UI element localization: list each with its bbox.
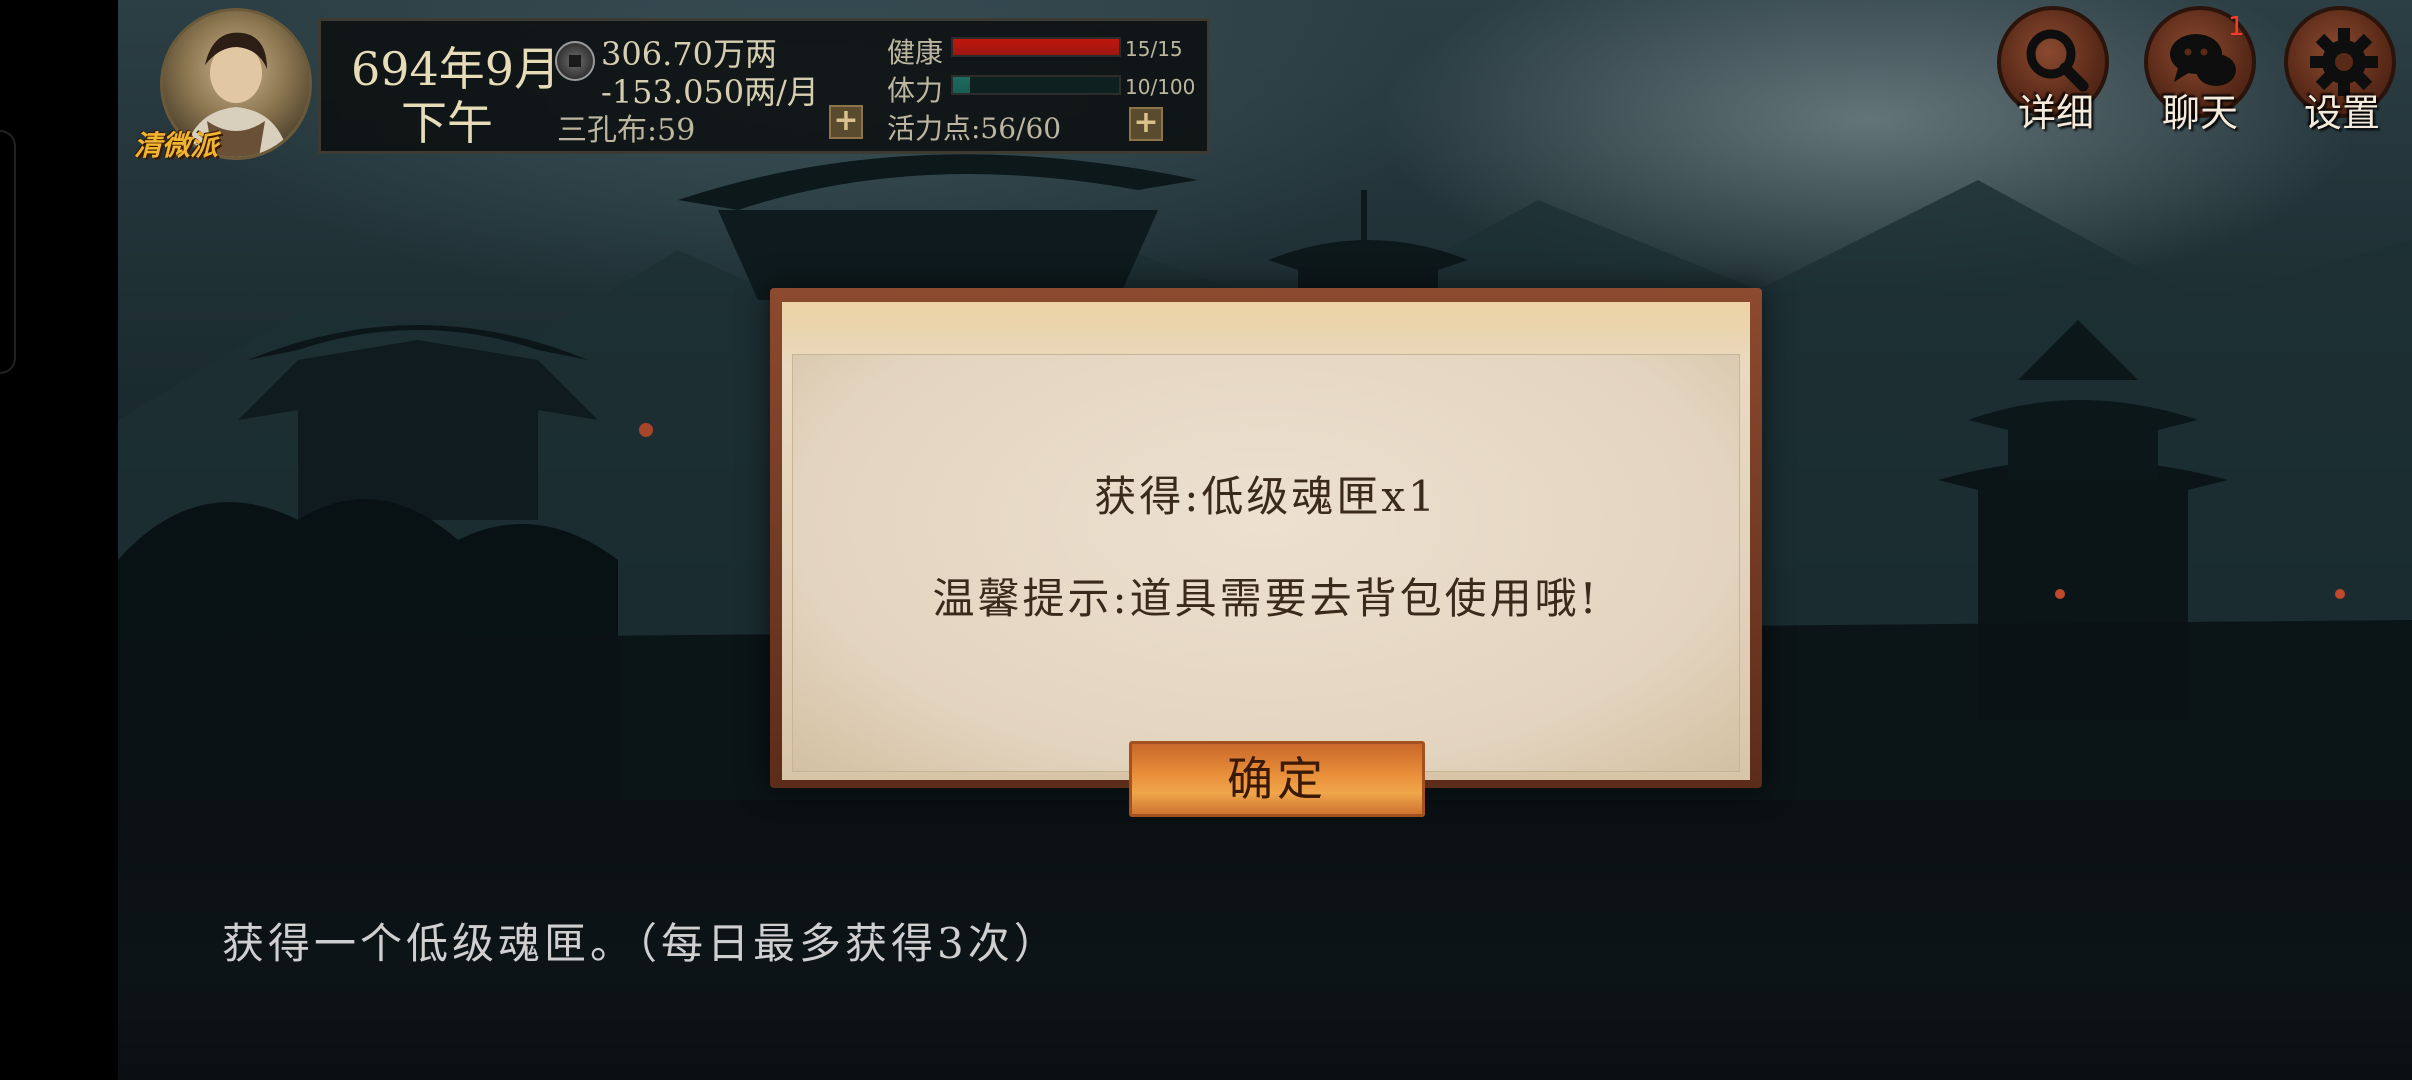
reward-tip: 温馨提示:道具需要去背包使用哦!: [932, 574, 1600, 623]
stamina-value: 10/100: [1125, 75, 1196, 99]
health-label: 健康: [887, 36, 944, 69]
detail-label: 详细: [2017, 91, 2094, 135]
reward-dialog: 获得:低级魂匣x1 温馨提示:道具需要去背包使用哦! 确定: [770, 288, 1762, 817]
device-notch: [0, 130, 16, 374]
health-bar-fill: [953, 39, 1119, 55]
cloth-count: 三孔布:59: [557, 113, 696, 148]
stamina-label: 体力: [887, 74, 944, 107]
time-of-day: 下午: [401, 96, 493, 150]
health-value: 15/15: [1125, 37, 1183, 61]
narrative-text: 获得一个低级魂匣。（每日最多获得3次）: [222, 919, 1060, 968]
status-bar: 694年9月 下午 306.70万两 -153.050两/月 三孔布:59 + …: [318, 18, 1210, 154]
add-cloth-button[interactable]: +: [829, 105, 863, 139]
vitality-label: 活力点:56/60: [887, 112, 1062, 145]
confirm-button[interactable]: 确定: [1129, 741, 1425, 817]
sect-name: 清微派: [134, 129, 219, 162]
settings-label: 设置: [2303, 91, 2380, 135]
coin-icon: [555, 41, 595, 81]
stamina-bar-fill: [953, 77, 970, 93]
reward-text: 获得:低级魂匣x1: [1094, 472, 1438, 521]
health-bar: [951, 37, 1121, 57]
stamina-bar: [951, 75, 1121, 95]
reward-dialog-card: 获得:低级魂匣x1 温馨提示:道具需要去背包使用哦! 确定: [792, 354, 1740, 817]
reward-dialog-body: 获得:低级魂匣x1 温馨提示:道具需要去背包使用哦! 确定: [782, 302, 1750, 817]
chat-label: 聊天: [2161, 91, 2238, 135]
narrative-panel: 获得一个低级魂匣。（每日最多获得3次）: [118, 800, 2412, 1080]
chat-badge: 1: [2228, 12, 2245, 42]
add-vitality-button[interactable]: +: [1129, 107, 1163, 141]
